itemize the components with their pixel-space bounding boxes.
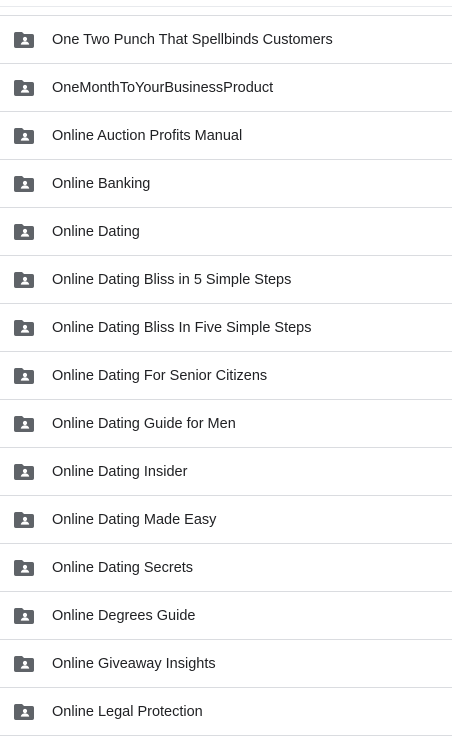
folder-name: Online Giveaway Insights <box>52 656 216 672</box>
folder-rows: One Two Punch That Spellbinds Customers … <box>0 16 452 736</box>
shared-folder-icon <box>14 512 34 528</box>
shared-folder-icon <box>14 224 34 240</box>
partial-row-divider <box>0 6 452 7</box>
shared-folder-icon <box>14 320 34 336</box>
folder-row[interactable]: One Two Punch That Spellbinds Customers <box>0 16 452 64</box>
folder-name: Online Dating Guide for Men <box>52 416 236 432</box>
folder-row[interactable]: Online Dating Secrets <box>0 544 452 592</box>
shared-folder-icon <box>14 416 34 432</box>
shared-folder-icon <box>14 608 34 624</box>
folder-row[interactable]: Online Giveaway Insights <box>0 640 452 688</box>
folder-name: OneMonthToYourBusinessProduct <box>52 80 274 96</box>
shared-folder-icon <box>14 464 34 480</box>
folder-name: Online Degrees Guide <box>52 608 196 624</box>
folder-name: Online Dating Made Easy <box>52 512 217 528</box>
folder-row[interactable]: Online Dating Bliss In Five Simple Steps <box>0 304 452 352</box>
folder-row[interactable]: Online Dating Made Easy <box>0 496 452 544</box>
folder-name: One Two Punch That Spellbinds Customers <box>52 32 333 48</box>
folder-row[interactable]: Online Dating Guide for Men <box>0 400 452 448</box>
folder-name: Online Auction Profits Manual <box>52 128 243 144</box>
folder-name: Online Banking <box>52 176 151 192</box>
folder-name: Online Dating Secrets <box>52 560 194 576</box>
folder-row[interactable]: OneMonthToYourBusinessProduct <box>0 64 452 112</box>
shared-folder-icon <box>14 656 34 672</box>
shared-folder-icon <box>14 32 34 48</box>
folder-name: Online Dating Bliss In Five Simple Steps <box>52 320 312 336</box>
shared-folder-icon <box>14 176 34 192</box>
folder-row[interactable]: Online Banking <box>0 160 452 208</box>
shared-folder-icon <box>14 560 34 576</box>
folder-row[interactable]: Online Degrees Guide <box>0 592 452 640</box>
shared-folder-icon <box>14 272 34 288</box>
folder-row[interactable]: Online Dating For Senior Citizens <box>0 352 452 400</box>
shared-folder-icon <box>14 704 34 720</box>
folder-name: Online Legal Protection <box>52 704 203 720</box>
folder-name: Online Dating Insider <box>52 464 188 480</box>
shared-folder-icon <box>14 80 34 96</box>
folder-row[interactable]: Online Dating Insider <box>0 448 452 496</box>
folder-name: Online Dating Bliss in 5 Simple Steps <box>52 272 292 288</box>
folder-name: Online Dating For Senior Citizens <box>52 368 268 384</box>
folder-row[interactable]: Online Auction Profits Manual <box>0 112 452 160</box>
folder-row[interactable]: Online Legal Protection <box>0 688 452 736</box>
folder-row[interactable]: Online Dating <box>0 208 452 256</box>
shared-folder-icon <box>14 368 34 384</box>
shared-folder-icon <box>14 128 34 144</box>
folder-row[interactable]: Online Dating Bliss in 5 Simple Steps <box>0 256 452 304</box>
folder-name: Online Dating <box>52 224 140 240</box>
